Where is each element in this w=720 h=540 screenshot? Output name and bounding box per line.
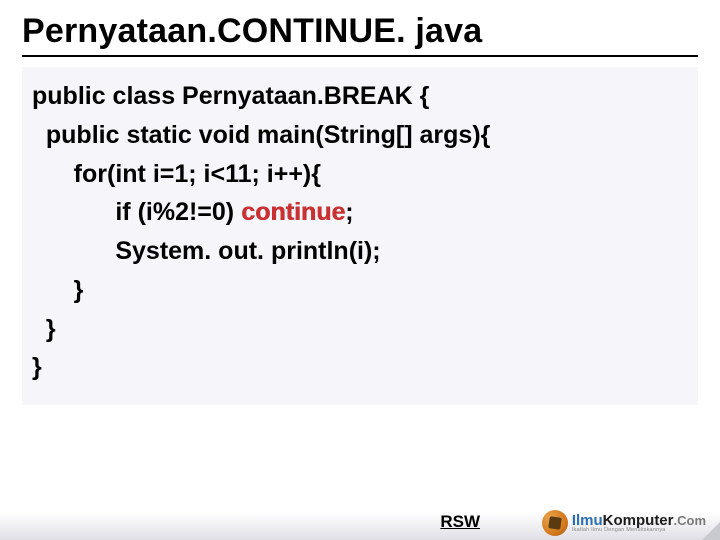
logo-main: IlmuKomputer.Com: [572, 513, 706, 528]
code-block: public class Pernyataan.BREAK { public s…: [22, 67, 698, 405]
code-line: }: [32, 310, 688, 349]
code-line: }: [32, 348, 688, 387]
code-line: }: [32, 271, 688, 310]
code-text: ;: [345, 198, 353, 226]
slide: Pernyataan.CONTINUE. java public class P…: [0, 0, 720, 405]
logo-tagline: Ikatlah Ilmu Dengan Menuliskannya: [572, 528, 706, 534]
footer: RSW IlmuKomputer.Com Ikatlah Ilmu Dengan…: [0, 496, 720, 540]
logo-icon: [542, 510, 568, 536]
code-line: for(int i=1; i<11; i++){: [32, 155, 688, 194]
code-line: public class Pernyataan.BREAK {: [32, 77, 688, 116]
logo: IlmuKomputer.Com Ikatlah Ilmu Dengan Men…: [542, 510, 706, 536]
code-line: if (i%2!=0) continue;: [32, 193, 688, 232]
title-divider: [22, 55, 698, 57]
page-corner-icon: [702, 522, 720, 540]
code-line: System. out. println(i);: [32, 232, 688, 271]
slide-title: Pernyataan.CONTINUE. java: [22, 12, 698, 51]
footer-author: RSW: [440, 512, 480, 532]
keyword-continue: continue: [241, 198, 345, 226]
code-line: public static void main(String[] args){: [32, 116, 688, 155]
logo-text: IlmuKomputer.Com Ikatlah Ilmu Dengan Men…: [572, 513, 706, 534]
code-text: if (i%2!=0): [32, 198, 241, 226]
